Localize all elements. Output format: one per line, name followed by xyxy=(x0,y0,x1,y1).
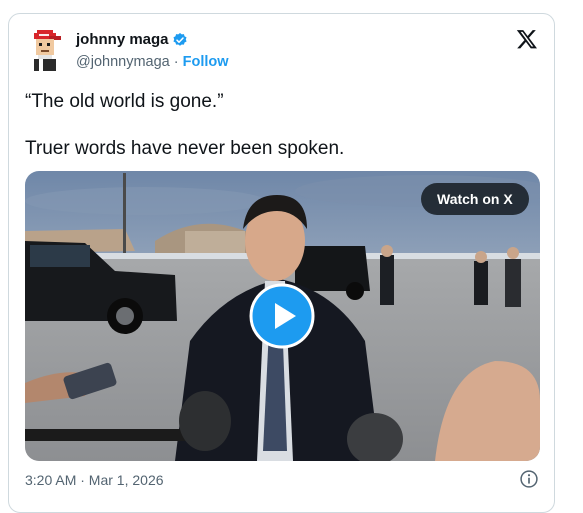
watch-on-x-button[interactable]: Watch on X xyxy=(421,183,529,215)
follow-button[interactable]: Follow xyxy=(183,54,229,70)
avatar[interactable] xyxy=(25,28,65,72)
tweet-text-line-1: “The old world is gone.” xyxy=(25,91,224,112)
separator: · xyxy=(169,54,183,70)
video-player[interactable]: Watch on X xyxy=(25,171,540,461)
info-icon[interactable] xyxy=(519,469,539,489)
x-logo-icon[interactable] xyxy=(516,28,538,50)
author-name[interactable]: johnny maga xyxy=(76,31,169,48)
author-meta: @johnnymaga · Follow xyxy=(76,54,229,70)
play-icon[interactable] xyxy=(249,283,315,349)
verified-badge-icon xyxy=(173,33,187,46)
tweet-text-line-2: Truer words have never been spoken. xyxy=(25,138,345,159)
author-handle[interactable]: @johnnymaga xyxy=(76,54,170,70)
tweet-timestamp[interactable]: 3:20 AM · Mar 1, 2026 xyxy=(25,472,164,488)
